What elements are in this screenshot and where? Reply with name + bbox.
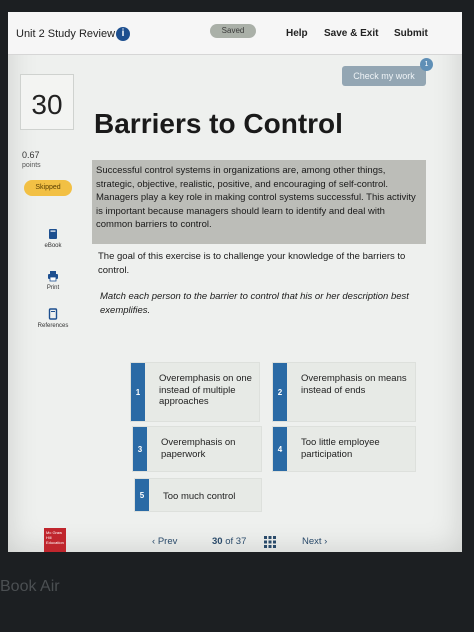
card-text: Overemphasis on one instead of multiple … — [159, 373, 252, 407]
points-label: points — [22, 162, 41, 169]
references-tool[interactable]: References — [30, 308, 76, 329]
next-button[interactable]: Next › — [302, 536, 327, 547]
prev-button[interactable]: ‹ Prev — [152, 536, 177, 547]
ebook-tool[interactable]: eBook — [30, 228, 76, 249]
grid-icon[interactable] — [264, 536, 276, 548]
save-exit-button[interactable]: Save & Exit — [324, 28, 378, 39]
references-label: References — [37, 323, 69, 329]
app-screen: Unit 2 Study Review i Saved Help Save & … — [8, 12, 462, 552]
card-number: 5 — [135, 479, 149, 511]
card-text: Overemphasis on paperwork — [161, 437, 236, 460]
help-button[interactable]: Help — [286, 28, 308, 39]
card-number: 2 — [273, 363, 287, 421]
goal-text: The goal of this exercise is to challeng… — [98, 251, 406, 276]
info-icon[interactable]: i — [116, 27, 130, 41]
skipped-status-badge: Skipped — [24, 180, 72, 196]
question-number: 30 — [20, 74, 74, 130]
of-label: of — [225, 536, 234, 547]
barrier-card-1[interactable]: 1 Overemphasis on one instead of multipl… — [130, 362, 260, 422]
ebook-label: eBook — [44, 243, 62, 249]
print-tool[interactable]: Print — [30, 270, 76, 291]
card-text: Overemphasis on means instead of ends — [301, 373, 407, 396]
book-icon — [49, 229, 57, 239]
intro-text: Successful control systems in organizati… — [92, 160, 426, 244]
points-value: 0.67 — [22, 150, 40, 160]
card-number: 4 — [273, 427, 287, 471]
current-page: 30 — [212, 536, 223, 547]
assignment-title: Unit 2 Study Review — [16, 28, 116, 40]
card-text: Too little employee participation — [301, 437, 380, 460]
prev-label: Prev — [157, 536, 178, 547]
card-number: 3 — [133, 427, 147, 471]
page-indicator: 30 of 37 — [212, 536, 246, 547]
check-my-work-button[interactable]: Check my work — [342, 66, 426, 86]
print-label: Print — [46, 285, 60, 291]
printer-icon — [48, 271, 58, 282]
barrier-card-5[interactable]: 5 Too much control — [134, 478, 262, 512]
instruction-text: Match each person to the barrier to cont… — [100, 291, 409, 316]
barrier-card-3[interactable]: 3 Overemphasis on paperwork — [132, 426, 262, 472]
next-label: Next — [302, 536, 322, 547]
laptop-brand-text: Book Air — [0, 578, 60, 595]
document-icon — [48, 308, 58, 320]
top-bar: Unit 2 Study Review i Saved Help Save & … — [8, 12, 462, 55]
submit-button[interactable]: Submit — [394, 28, 428, 39]
saved-status-badge: Saved — [210, 24, 256, 38]
barrier-card-2[interactable]: 2 Overemphasis on means instead of ends — [272, 362, 416, 422]
pagination-bar: ‹ Prev 30 of 37 Next › — [8, 530, 462, 552]
check-work-count-badge: 1 — [420, 58, 433, 71]
card-number: 1 — [131, 363, 145, 421]
card-text: Too much control — [163, 491, 236, 502]
barrier-card-4[interactable]: 4 Too little employee participation — [272, 426, 416, 472]
total-pages: 37 — [235, 536, 247, 547]
page-title: Barriers to Control — [94, 108, 343, 139]
